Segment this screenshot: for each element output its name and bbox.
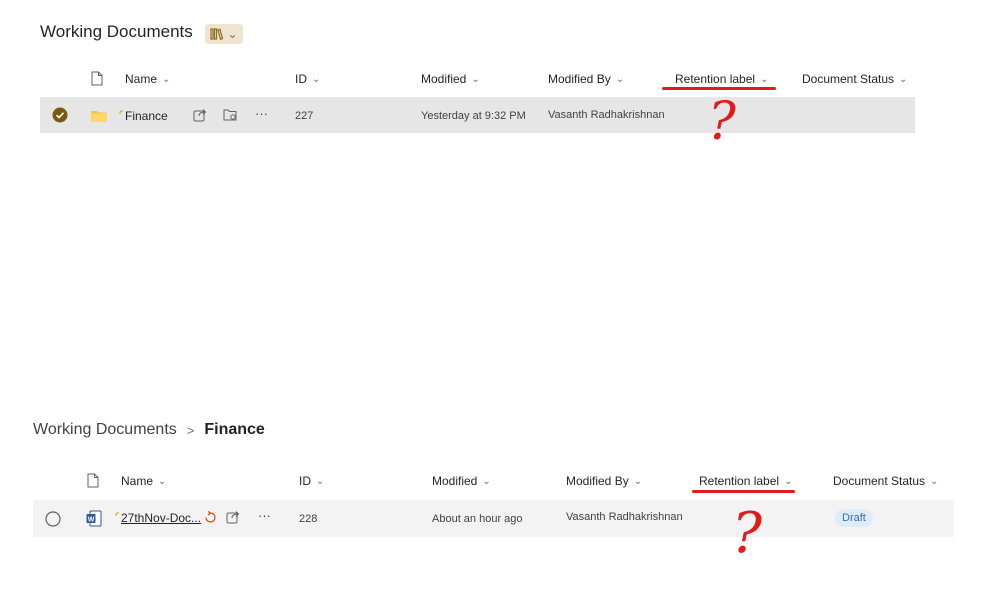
chevron-down-icon: ⌄ (471, 73, 480, 85)
item-name-link[interactable]: Finance (125, 109, 168, 123)
column-header-modified-by[interactable]: Modified By ⌄ (566, 474, 642, 488)
annotation-question-mark: ? (732, 501, 763, 566)
chevron-down-icon: ⌄ (899, 73, 908, 85)
column-header-label: Modified (432, 474, 478, 488)
column-header-retention-label[interactable]: Retention label ⌄ (675, 72, 768, 86)
column-header-label: Modified By (548, 72, 611, 86)
column-header-id[interactable]: ID ⌄ (299, 474, 324, 488)
item-modified-by[interactable]: Vasanth Radhakrishnan (548, 109, 665, 121)
breadcrumb-item-working-documents[interactable]: Working Documents (33, 421, 177, 439)
checked-out-icon[interactable] (204, 510, 217, 529)
annotation-underline (662, 87, 776, 90)
folder-move-icon[interactable] (223, 108, 238, 127)
share-icon[interactable] (226, 510, 240, 529)
column-header-label: Name (125, 72, 158, 86)
annotation-underline (692, 490, 795, 493)
breadcrumb: Working Documents > Finance (33, 421, 265, 439)
chevron-down-icon: ⌄ (930, 475, 939, 487)
column-header-document-status[interactable]: Document Status ⌄ (802, 72, 907, 86)
selected-check-icon[interactable] (52, 107, 68, 128)
more-actions-button[interactable]: ··· (255, 106, 268, 121)
column-header-modified[interactable]: Modified ⌄ (432, 474, 491, 488)
column-header-label: Name (121, 474, 154, 488)
column-header-retention-label[interactable]: Retention label ⌄ (699, 474, 792, 488)
column-header-label: Modified By (566, 474, 629, 488)
breadcrumb-item-current: Finance (204, 421, 265, 438)
chevron-down-icon: ⌄ (316, 475, 325, 487)
chevron-down-icon: ⌄ (158, 475, 167, 487)
column-header-label: ID (299, 474, 311, 488)
item-name-link[interactable]: 27thNov-Doc... (121, 511, 201, 525)
item-id: 228 (299, 513, 318, 525)
column-header-modified-by[interactable]: Modified By ⌄ (548, 72, 624, 86)
view-options-button[interactable]: ⌄ (205, 24, 243, 44)
chevron-down-icon: ⌄ (162, 73, 171, 85)
word-document-icon: W (86, 510, 102, 532)
chevron-down-icon: ⌄ (784, 475, 793, 487)
column-header-id[interactable]: ID ⌄ (295, 72, 320, 86)
more-actions-button[interactable]: ··· (258, 508, 271, 523)
svg-text:W: W (88, 516, 95, 523)
column-header-document-status[interactable]: Document Status ⌄ (833, 474, 938, 488)
column-header-label: Modified (421, 72, 467, 86)
chevron-down-icon: ⌄ (760, 73, 769, 85)
library-view-icon (210, 28, 224, 40)
chevron-down-icon: ⌄ (227, 27, 238, 41)
annotation-question-mark: ? (708, 92, 736, 152)
folder-icon (91, 109, 107, 127)
library-title: Working Documents (40, 22, 193, 41)
column-header-label: ID (295, 72, 307, 86)
chevron-down-icon: ⌄ (312, 73, 321, 85)
item-modified: About an hour ago (432, 513, 523, 525)
column-header-modified[interactable]: Modified ⌄ (421, 72, 480, 86)
chevron-down-icon: ⌄ (615, 73, 625, 85)
chevron-down-icon: ⌄ (633, 475, 643, 487)
column-header-label: Document Status (833, 474, 926, 488)
file-type-column-icon[interactable] (87, 473, 99, 493)
column-header-label: Retention label (699, 474, 780, 488)
item-modified-by[interactable]: Vasanth Radhakrishnan (566, 511, 683, 523)
select-circle-icon[interactable] (45, 511, 61, 532)
breadcrumb-separator-icon: > (186, 422, 195, 438)
share-icon[interactable] (193, 108, 207, 127)
status-badge: Draft (835, 509, 873, 527)
column-header-label: Document Status (802, 72, 895, 86)
item-modified: Yesterday at 9:32 PM (421, 110, 526, 122)
file-type-column-icon[interactable] (91, 71, 103, 91)
column-header-name[interactable]: Name ⌄ (121, 474, 166, 488)
column-header-name[interactable]: Name ⌄ (125, 72, 170, 86)
item-id: 227 (295, 110, 314, 122)
chevron-down-icon: ⌄ (482, 475, 491, 487)
column-header-label: Retention label (675, 72, 756, 86)
